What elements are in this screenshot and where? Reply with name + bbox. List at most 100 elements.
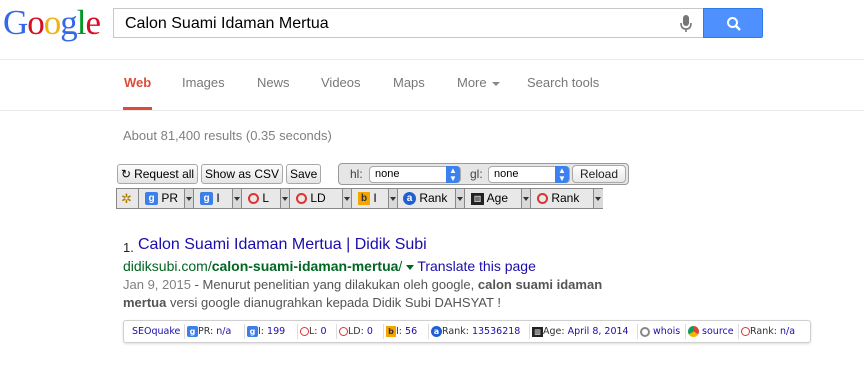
sq-i-label: I: bbox=[258, 326, 268, 337]
alexa-icon: a bbox=[403, 192, 416, 206]
result-snippet: Jan 9, 2015 - Menurut penelitian yang di… bbox=[123, 276, 623, 312]
separator bbox=[738, 324, 739, 339]
sq-bing-index[interactable]: b I: 56 bbox=[386, 325, 417, 338]
result-title-link[interactable]: Calon Suami Idaman Mertua | Didik Subi bbox=[138, 236, 427, 254]
circle-icon bbox=[339, 327, 348, 336]
select-arrows-icon: ▲ ▼ bbox=[555, 166, 569, 183]
microphone-icon[interactable] bbox=[679, 14, 693, 34]
param-pr-dropdown[interactable] bbox=[185, 189, 194, 208]
circle-icon bbox=[537, 193, 548, 205]
sq-l-value: 0 bbox=[320, 326, 327, 337]
result-date: Jan 9, 2015 bbox=[123, 277, 191, 292]
sq-rank-label: Rank: bbox=[442, 326, 472, 337]
logo-letter: o bbox=[43, 3, 61, 42]
search-icon bbox=[727, 17, 741, 31]
google-logo[interactable]: Google bbox=[3, 3, 102, 43]
sq-ld-value: 0 bbox=[366, 326, 373, 337]
param-rank2-dropdown[interactable] bbox=[594, 189, 603, 208]
snippet-text: versi google dianugrahkan kepada Didik S… bbox=[166, 295, 501, 310]
result-url-line: didiksubi.com/calon-suami-idaman-mertua/… bbox=[123, 258, 536, 274]
sq-age-value: April 8, 2014 bbox=[567, 326, 629, 337]
sq-age[interactable]: ▥ Age: April 8, 2014 bbox=[532, 325, 629, 338]
logo-letter: G bbox=[3, 3, 28, 42]
sq-i2-value: 56 bbox=[405, 326, 418, 337]
result-number: 1. bbox=[123, 240, 134, 255]
gear-icon: ✲ bbox=[121, 191, 132, 206]
param-rank2[interactable]: Rank bbox=[531, 189, 594, 208]
param-age[interactable]: ▥ Age bbox=[465, 189, 522, 208]
settings-cell[interactable]: ✲ bbox=[117, 189, 139, 208]
tab-maps[interactable]: Maps bbox=[393, 75, 425, 110]
param-i-dropdown[interactable] bbox=[233, 189, 242, 208]
param-rank-dropdown[interactable] bbox=[456, 189, 465, 208]
url-domain: didiksubi.com/ bbox=[123, 258, 212, 274]
hl-select[interactable]: none ▲ ▼ bbox=[369, 166, 461, 183]
param-google-index[interactable]: g I bbox=[194, 189, 233, 208]
sq-alexa-rank[interactable]: a Rank: 13536218 bbox=[431, 325, 520, 338]
bing-icon: b bbox=[386, 326, 396, 337]
caret-down-icon bbox=[491, 81, 500, 86]
param-ld[interactable]: LD bbox=[290, 189, 343, 208]
tab-more[interactable]: More bbox=[457, 75, 500, 110]
circle-icon bbox=[741, 327, 750, 336]
archive-icon: ▥ bbox=[532, 326, 543, 337]
param-alexa-rank[interactable]: a Rank bbox=[398, 189, 456, 208]
show-csv-button[interactable]: Show as CSV bbox=[201, 164, 284, 184]
sq-link-domains[interactable]: LD: 0 bbox=[339, 325, 373, 338]
request-all-button[interactable]: ↻ Request all bbox=[117, 164, 199, 184]
sq-google-index[interactable]: g I: 199 bbox=[247, 325, 285, 338]
sq-rank2[interactable]: Rank: n/a bbox=[741, 325, 795, 338]
result-stats: About 81,400 results (0.35 seconds) bbox=[123, 128, 332, 143]
sq-source[interactable]: source bbox=[688, 325, 734, 338]
search-box[interactable] bbox=[113, 8, 703, 38]
circle-icon bbox=[296, 193, 307, 205]
google-icon: g bbox=[145, 192, 158, 206]
save-button[interactable]: Save bbox=[286, 164, 322, 184]
param-l-label: L bbox=[262, 191, 270, 205]
seoquake-brand[interactable]: SEOquake bbox=[132, 325, 180, 338]
search-input[interactable] bbox=[125, 14, 665, 34]
sq-links[interactable]: L: 0 bbox=[300, 325, 327, 338]
param-ld-dropdown[interactable] bbox=[343, 189, 352, 208]
separator bbox=[383, 324, 384, 339]
translate-link[interactable]: Translate this page bbox=[417, 258, 536, 274]
search-tabs: Web Images News Videos Maps More Search … bbox=[0, 60, 864, 110]
logo-letter: e bbox=[85, 3, 102, 42]
reload-button[interactable]: Reload bbox=[572, 165, 627, 183]
param-bing-index[interactable]: b I bbox=[352, 189, 389, 208]
sq-pagerank[interactable]: g PR: n/a bbox=[187, 325, 231, 338]
sq-pr-label: PR: bbox=[198, 326, 217, 337]
request-all-label: Request all bbox=[134, 167, 195, 181]
param-l[interactable]: L bbox=[242, 189, 281, 208]
url-suffix: / bbox=[398, 258, 403, 274]
circle-icon bbox=[300, 327, 309, 336]
param-i2-dropdown[interactable] bbox=[389, 189, 398, 208]
separator bbox=[336, 324, 337, 339]
gl-select[interactable]: none ▲ ▼ bbox=[488, 166, 570, 183]
hl-value: none bbox=[375, 168, 400, 180]
tab-search-tools[interactable]: Search tools bbox=[527, 75, 599, 110]
sq-whois[interactable]: whois bbox=[640, 325, 680, 338]
search-button[interactable] bbox=[703, 8, 763, 38]
sq-l-label: L: bbox=[309, 326, 321, 337]
seoquake-result-bar: SEOquake g PR: n/a g I: 199 L: 0 LD: 0 b I:… bbox=[123, 320, 811, 343]
param-i2-label: I bbox=[373, 191, 377, 205]
locale-panel: hl: none ▲ ▼ gl: none ▲ ▼ Reload bbox=[338, 163, 629, 185]
google-icon: g bbox=[200, 192, 213, 206]
url-menu-caret-icon[interactable] bbox=[406, 264, 415, 270]
separator bbox=[685, 324, 686, 339]
param-pr[interactable]: g PR bbox=[139, 189, 185, 208]
reload-icon: ↻ bbox=[121, 167, 132, 181]
param-age-dropdown[interactable] bbox=[522, 189, 531, 208]
param-l-dropdown[interactable] bbox=[281, 189, 290, 208]
separator bbox=[297, 324, 298, 339]
select-arrows-icon: ▲ ▼ bbox=[446, 166, 460, 183]
chrome-icon bbox=[688, 326, 699, 337]
tab-news[interactable]: News bbox=[257, 75, 290, 110]
sq-age-label: Age: bbox=[543, 326, 568, 337]
tab-images[interactable]: Images bbox=[182, 75, 225, 110]
separator bbox=[637, 324, 638, 339]
tab-videos[interactable]: Videos bbox=[321, 75, 361, 110]
circle-icon bbox=[248, 193, 259, 205]
tab-web[interactable]: Web bbox=[123, 75, 153, 110]
